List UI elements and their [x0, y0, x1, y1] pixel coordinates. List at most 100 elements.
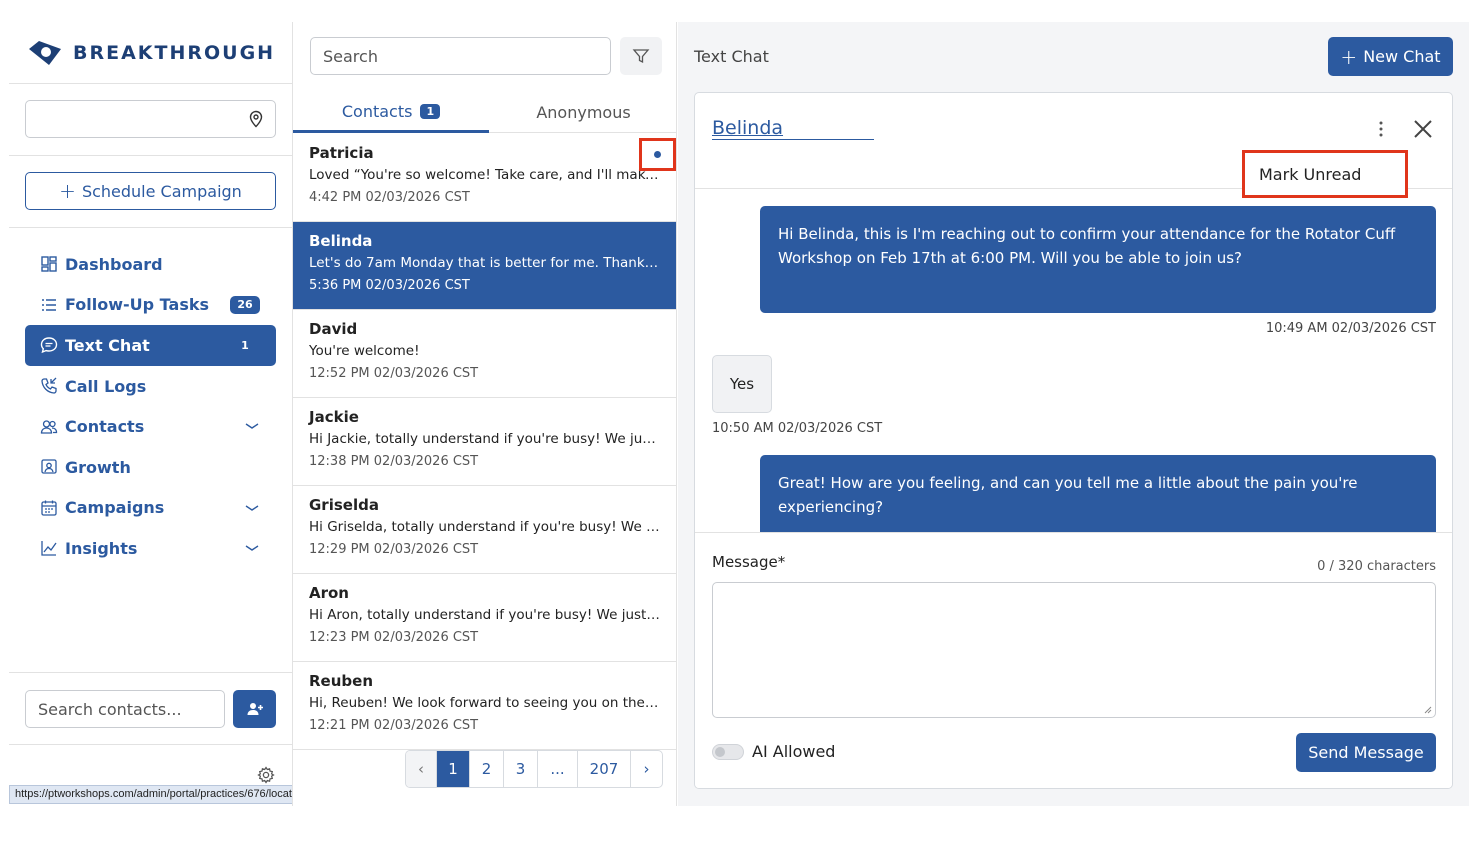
new-chat-label: New Chat: [1363, 47, 1441, 66]
more-options-icon[interactable]: [1375, 119, 1387, 139]
conversation-time: 12:38 PM 02/03/2026 CST: [309, 454, 479, 469]
breakthrough-logo-icon: [29, 41, 61, 65]
contact-search-input[interactable]: Search contacts...: [25, 690, 225, 728]
conversation-item[interactable]: Aron Hi Aron, totally understand if you'…: [293, 574, 676, 662]
message-textarea[interactable]: [712, 582, 1436, 718]
unread-indicator: [639, 138, 676, 171]
conversation-item[interactable]: Reuben Hi, Reuben! We look forward to se…: [293, 662, 676, 750]
conversation-time: 12:21 PM 02/03/2026 CST: [309, 718, 479, 733]
sidebar-item-growth[interactable]: Growth: [25, 447, 276, 488]
pagination-page-last[interactable]: 207: [578, 751, 631, 787]
location-select[interactable]: [25, 100, 276, 138]
tab-label: Anonymous: [536, 103, 631, 122]
conversation-name: Jackie: [309, 408, 359, 426]
phone-icon: [39, 376, 59, 396]
pagination-ellipsis: ...: [538, 751, 578, 787]
conversation-name: Aron: [309, 584, 349, 602]
conversation-name: Belinda: [309, 232, 373, 250]
add-contact-button[interactable]: [233, 690, 276, 728]
chat-card: Belinda Mark Unread Hi Belinda, this is …: [694, 92, 1453, 789]
conversation-name: David: [309, 320, 358, 338]
chart-line-icon: [39, 538, 59, 558]
message-composer: Message* 0 / 320 characters AI Allowed S…: [695, 532, 1452, 788]
message-label: Message*: [712, 553, 786, 571]
conversation-list-panel: Search Contacts 1 Anonymous Patricia Lov…: [292, 22, 677, 806]
conversation-item[interactable]: David You're welcome! 12:52 PM 02/03/202…: [293, 310, 676, 398]
sidebar-item-follow-up-tasks[interactable]: Follow-Up Tasks 26: [25, 285, 276, 326]
pagination-page-3[interactable]: 3: [504, 751, 538, 787]
chevron-down-icon: [245, 545, 259, 551]
close-icon[interactable]: [1412, 118, 1434, 140]
conversation-name: Reuben: [309, 672, 373, 690]
follow-up-count-badge: 26: [230, 295, 260, 314]
divider: [9, 672, 292, 673]
conversation-preview: You're welcome!: [309, 343, 420, 359]
sidebar-item-dashboard[interactable]: Dashboard: [25, 244, 276, 285]
resize-grip-icon[interactable]: [1424, 706, 1432, 714]
sidebar-item-label: Call Logs: [65, 376, 147, 396]
plus-icon: +: [1340, 44, 1358, 69]
filter-icon: [632, 49, 650, 64]
users-icon: [39, 417, 59, 437]
sidebar-item-label: Text Chat: [65, 335, 150, 355]
calendar-icon: [39, 498, 59, 518]
filter-button[interactable]: [620, 37, 662, 75]
conversation-name: Patricia: [309, 144, 374, 162]
gear-icon[interactable]: [257, 766, 275, 784]
tab-anonymous[interactable]: Anonymous: [489, 92, 676, 133]
conversation-preview: Hi, Reuben! We look forward to seeing yo…: [309, 695, 661, 711]
conversation-item[interactable]: Griselda Hi Griselda, totally understand…: [293, 486, 676, 574]
sidebar-item-label: Growth: [65, 457, 131, 477]
sidebar-item-text-chat[interactable]: Text Chat 1: [25, 325, 276, 366]
pagination-prev-button[interactable]: ‹: [406, 751, 437, 787]
divider: [9, 83, 292, 84]
add-user-icon: [247, 703, 263, 715]
brand-logo[interactable]: BREAKTHROUGH: [27, 38, 275, 68]
sidebar-item-contacts[interactable]: Contacts: [25, 406, 276, 447]
schedule-campaign-button[interactable]: + Schedule Campaign: [25, 172, 276, 210]
conversation-time: 4:42 PM 02/03/2026 CST: [309, 190, 470, 205]
sidebar-item-campaigns[interactable]: Campaigns: [25, 488, 276, 529]
pagination-next-button[interactable]: ›: [631, 751, 662, 787]
conversation-item[interactable]: Jackie Hi Jackie, totally understand if …: [293, 398, 676, 486]
conversation-search-input[interactable]: Search: [310, 37, 611, 75]
character-counter: 0 / 320 characters: [1317, 559, 1436, 574]
pagination-page-2[interactable]: 2: [470, 751, 504, 787]
divider: [9, 227, 292, 228]
sidebar-item-insights[interactable]: Insights: [25, 528, 276, 569]
dashboard-icon: [39, 254, 59, 274]
conversation-time: 12:29 PM 02/03/2026 CST: [309, 542, 479, 557]
conversation-preview: Hi Aron, totally understand if you're bu…: [309, 607, 661, 623]
conversation-time: 12:52 PM 02/03/2026 CST: [309, 366, 479, 381]
app-root: BREAKTHROUGH + Schedule Campaign Dashboa…: [0, 0, 1472, 846]
ai-allowed-toggle[interactable]: [712, 744, 744, 760]
message-timestamp: 10:49 AM 02/03/2026 CST: [1265, 321, 1436, 336]
location-pin-icon: [249, 110, 263, 128]
sidebar-item-label: Insights: [65, 538, 138, 558]
conversation-preview: Hi Griselda, totally understand if you'r…: [309, 519, 661, 535]
conversation-item[interactable]: Belinda Let's do 7am Monday that is bett…: [293, 222, 676, 310]
outgoing-message: Hi Belinda, this is I'm reaching out to …: [760, 206, 1436, 313]
chat-icon: [39, 335, 59, 355]
send-message-button[interactable]: Send Message: [1296, 733, 1436, 772]
conversation-item[interactable]: Patricia Loved “You're so welcome! Take …: [293, 134, 676, 222]
tab-contacts[interactable]: Contacts 1: [293, 92, 489, 133]
message-thread: Hi Belinda, this is I'm reaching out to …: [695, 190, 1452, 532]
contacts-unread-count-badge: 1: [420, 103, 441, 119]
conversation-tabs: Contacts 1 Anonymous: [293, 92, 676, 133]
conversation-preview: Hi Jackie, totally understand if you're …: [309, 431, 661, 447]
contact-name-link[interactable]: Belinda: [712, 117, 874, 140]
growth-icon: [39, 457, 59, 477]
incoming-message: Yes: [712, 355, 772, 413]
new-chat-button[interactable]: + New Chat: [1328, 37, 1453, 76]
mark-unread-menu-item[interactable]: Mark Unread: [1242, 150, 1408, 198]
tab-label: Contacts: [341, 101, 413, 121]
schedule-campaign-label: Schedule Campaign: [81, 181, 242, 201]
pagination-page-1[interactable]: 1: [437, 751, 470, 787]
conversation-time: 5:36 PM 02/03/2026 CST: [309, 278, 470, 293]
pagination: ‹ 1 2 3 ... 207 ›: [405, 750, 663, 788]
toggle-knob: [715, 747, 725, 757]
sidebar-nav: Dashboard Follow-Up Tasks 26 Text Chat 1: [25, 244, 276, 569]
chevron-down-icon: [245, 504, 259, 511]
sidebar-item-call-logs[interactable]: Call Logs: [25, 366, 276, 407]
